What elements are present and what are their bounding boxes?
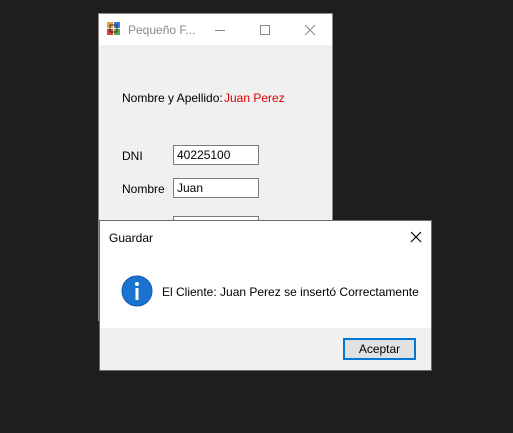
minimize-icon (215, 30, 225, 31)
form-titlebar[interactable]: Pequeño F... (99, 14, 332, 45)
maximize-icon (260, 25, 270, 35)
name-label: Nombre y Apellido: (122, 91, 223, 105)
accept-button[interactable]: Aceptar (343, 338, 416, 360)
nombre-label: Nombre (122, 182, 165, 196)
nombre-input[interactable]: Juan (173, 178, 259, 198)
close-button[interactable] (287, 14, 333, 45)
minimize-button[interactable] (197, 14, 243, 45)
dialog-footer: Aceptar (100, 328, 431, 370)
name-value: Juan Perez (224, 91, 285, 105)
maximize-button[interactable] (242, 14, 288, 45)
save-dialog: Guardar El Cliente: Juan Perez se insert… (99, 220, 432, 371)
app-icon (107, 22, 121, 36)
form-title: Pequeño F... (128, 23, 196, 37)
dialog-close-button[interactable] (409, 230, 423, 244)
dni-label: DNI (122, 149, 143, 163)
close-icon (304, 24, 316, 36)
close-icon (410, 231, 422, 243)
info-icon (121, 275, 153, 307)
dni-input[interactable]: 40225100 (173, 145, 259, 165)
dialog-message: El Cliente: Juan Perez se insertó Correc… (162, 285, 419, 299)
dialog-title: Guardar (109, 231, 154, 245)
